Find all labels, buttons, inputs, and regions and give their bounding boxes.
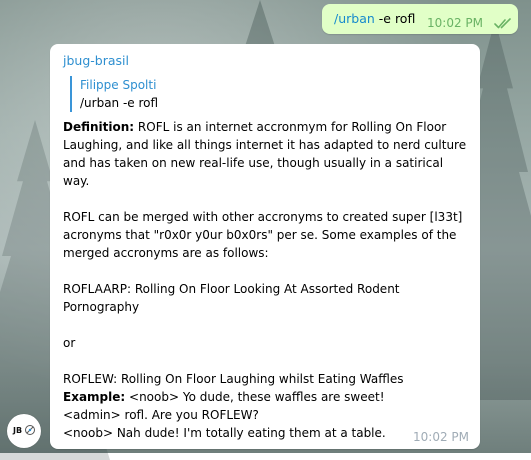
double-check-icon (494, 18, 511, 29)
reply-quote[interactable]: Filippe Spolti /urban -e rofl (70, 76, 158, 112)
reply-text: /urban -e rofl (80, 96, 159, 110)
incoming-message-bubble[interactable]: jbug-brasil Filippe Spolti /urban -e rof… (50, 44, 480, 449)
sender-name[interactable]: jbug-brasil (63, 53, 129, 68)
paragraph-roflew: ROFLEW: Rolling On Floor Laughing whilst… (63, 372, 404, 386)
avatar-initials: JB (13, 426, 23, 435)
outgoing-message-text: /urban -e rofl (334, 11, 415, 26)
incoming-message-time: 10:02 PM (413, 430, 469, 444)
paragraph-merged-acronyms: ROFL can be merged with other accronyms … (63, 210, 463, 260)
example-line-1: Example: <noob> Yo dude, these waffles a… (63, 388, 468, 406)
example-line-3: <noob> Nah dude! I'm totally eating them… (63, 426, 386, 440)
paragraph-or: or (63, 336, 76, 350)
definition-label: Definition: (63, 120, 135, 134)
example-label: Example: (63, 390, 126, 404)
jbug-logo-icon (25, 425, 35, 435)
outgoing-message-time: 10:02 PM (427, 16, 483, 30)
message-body: Definition: ROFL is an internet accronmy… (63, 118, 468, 442)
outgoing-message-bubble[interactable]: /urban -e rofl 10:02 PM (322, 4, 518, 34)
command-args: -e rofl (374, 11, 416, 26)
definition-paragraph: Definition: ROFL is an internet accronmy… (63, 118, 468, 190)
example-line-2: <admin> rofl. Are you ROFLEW? (63, 408, 259, 422)
bot-command-link[interactable]: /urban (334, 11, 375, 26)
reply-author: Filippe Spolti (80, 78, 157, 92)
avatar[interactable]: JB (7, 414, 41, 448)
paragraph-roflaarp: ROFLAARP: Rolling On Floor Looking At As… (63, 282, 400, 314)
example-text-1: <noob> Yo dude, these waffles are sweet! (129, 390, 385, 404)
